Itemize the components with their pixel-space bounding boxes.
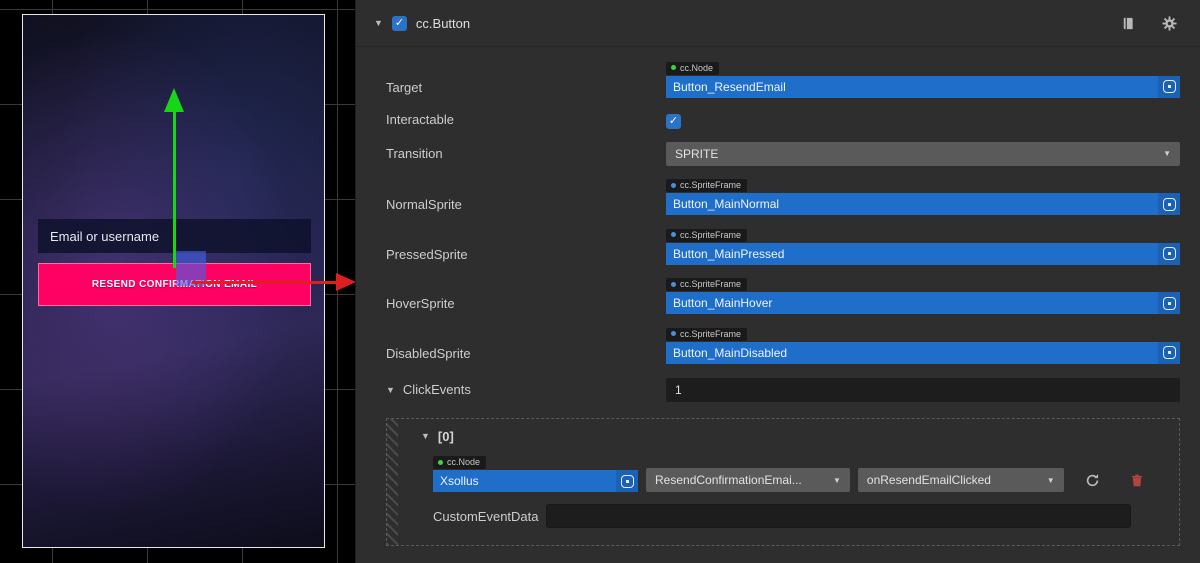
event-component-dropdown[interactable]: ResendConfirmationEmai... ▼ (646, 468, 850, 492)
property-row-normal-sprite: NormalSprite cc.SpriteFrame Button_MainN… (386, 175, 1180, 216)
transition-label: Transition (386, 146, 666, 161)
disabled-sprite-type-badge: cc.SpriteFrame (666, 328, 747, 341)
component-header: ▼ ✓ cc.Button (356, 0, 1200, 47)
spriteframe-type-dot-icon (671, 282, 676, 287)
delete-event-button[interactable] (1126, 468, 1147, 492)
hover-sprite-label: HoverSprite (386, 296, 666, 314)
trash-icon (1130, 473, 1144, 488)
event-0-row: cc.Node Xsollus ResendConfirmationEmai..… (413, 452, 1165, 493)
event-handler-dropdown[interactable]: onResendEmailClicked ▼ (858, 468, 1064, 492)
resend-email-button-node[interactable]: RESEND CONFIRMATION EMAIL (38, 263, 311, 306)
component-enabled-checkbox[interactable]: ✓ (392, 16, 407, 31)
event-0-title: [0] (438, 429, 454, 444)
spriteframe-type-dot-icon (671, 232, 676, 237)
help-docs-icon[interactable] (1116, 11, 1138, 35)
interactable-checkbox[interactable]: ✓ (666, 114, 681, 129)
pressed-sprite-type-badge: cc.SpriteFrame (666, 229, 747, 242)
disabled-sprite-label: DisabledSprite (386, 346, 666, 364)
target-type-badge: cc.Node (666, 62, 719, 75)
custom-event-data-row: CustomEventData (413, 504, 1165, 528)
normal-sprite-field[interactable]: Button_MainNormal (666, 193, 1180, 215)
property-row-hover-sprite: HoverSprite cc.SpriteFrame Button_MainHo… (386, 274, 1180, 315)
property-row-pressed-sprite: PressedSprite cc.SpriteFrame Button_Main… (386, 224, 1180, 265)
gizmo-x-axis-arrowhead-icon[interactable] (336, 273, 356, 291)
event-node-type-badge: cc.Node (433, 456, 486, 469)
component-settings-icon[interactable] (1158, 11, 1180, 35)
chevron-down-icon: ▼ (1155, 149, 1171, 158)
event-node-field[interactable]: Xsollus (433, 470, 638, 492)
collapse-click-events-icon[interactable]: ▼ (386, 385, 395, 395)
target-label: Target (386, 80, 666, 98)
hover-sprite-type-badge: cc.SpriteFrame (666, 278, 747, 291)
spriteframe-type-dot-icon (671, 183, 676, 188)
chevron-down-icon: ▼ (1039, 476, 1055, 485)
custom-event-data-label: CustomEventData (433, 509, 546, 524)
pressed-sprite-picker-icon[interactable] (1158, 243, 1180, 265)
spriteframe-type-dot-icon (671, 331, 676, 336)
pressed-sprite-field[interactable]: Button_MainPressed (666, 243, 1180, 265)
normal-sprite-picker-icon[interactable] (1158, 193, 1180, 215)
event-node-picker-icon[interactable] (616, 470, 638, 492)
collapse-component-icon[interactable]: ▼ (374, 18, 383, 28)
normal-sprite-label: NormalSprite (386, 197, 666, 215)
collapse-event-0-icon[interactable]: ▼ (421, 431, 430, 441)
click-events-count-field[interactable]: 1 (666, 378, 1180, 402)
target-node-field[interactable]: Button_ResendEmail (666, 76, 1180, 98)
node-type-dot-icon (438, 460, 443, 465)
click-events-label: ClickEvents (403, 382, 471, 397)
disabled-sprite-field[interactable]: Button_MainDisabled (666, 342, 1180, 364)
gizmo-y-axis-arrow[interactable] (173, 110, 176, 268)
chevron-down-icon: ▼ (825, 476, 841, 485)
click-event-0-block: ▼ [0] cc.Node Xsollus (386, 418, 1180, 546)
node-type-dot-icon (671, 65, 676, 70)
disabled-sprite-picker-icon[interactable] (1158, 342, 1180, 364)
interactable-label: Interactable (386, 112, 666, 127)
hover-sprite-picker-icon[interactable] (1158, 292, 1180, 314)
normal-sprite-type-badge: cc.SpriteFrame (666, 179, 747, 192)
scene-view[interactable]: Email or username RESEND CONFIRMATION EM… (0, 0, 355, 563)
property-row-click-events: ▼ ClickEvents 1 (386, 378, 1180, 402)
refresh-icon (1085, 473, 1100, 488)
hover-sprite-field[interactable]: Button_MainHover (666, 292, 1180, 314)
custom-event-data-field[interactable] (546, 504, 1131, 528)
refresh-event-button[interactable] (1082, 468, 1103, 492)
target-node-picker-icon[interactable] (1158, 76, 1180, 98)
gizmo-x-axis-arrow[interactable] (192, 281, 338, 284)
inspector-panel: ▼ ✓ cc.Button (355, 0, 1200, 563)
property-row-interactable: Interactable ✓ (386, 107, 1180, 133)
property-row-transition: Transition SPRITE ▼ (386, 142, 1180, 166)
pressed-sprite-label: PressedSprite (386, 247, 666, 265)
component-title: cc.Button (416, 16, 470, 31)
gizmo-y-axis-arrowhead-icon[interactable] (164, 88, 184, 112)
property-row-disabled-sprite: DisabledSprite cc.SpriteFrame Button_Mai… (386, 323, 1180, 364)
email-input-placeholder: Email or username (50, 229, 159, 244)
gear-icon (1162, 16, 1177, 31)
property-row-target: Target cc.Node Button_ResendEmail (386, 57, 1180, 98)
book-icon (1120, 16, 1135, 31)
transition-dropdown[interactable]: SPRITE ▼ (666, 142, 1180, 166)
